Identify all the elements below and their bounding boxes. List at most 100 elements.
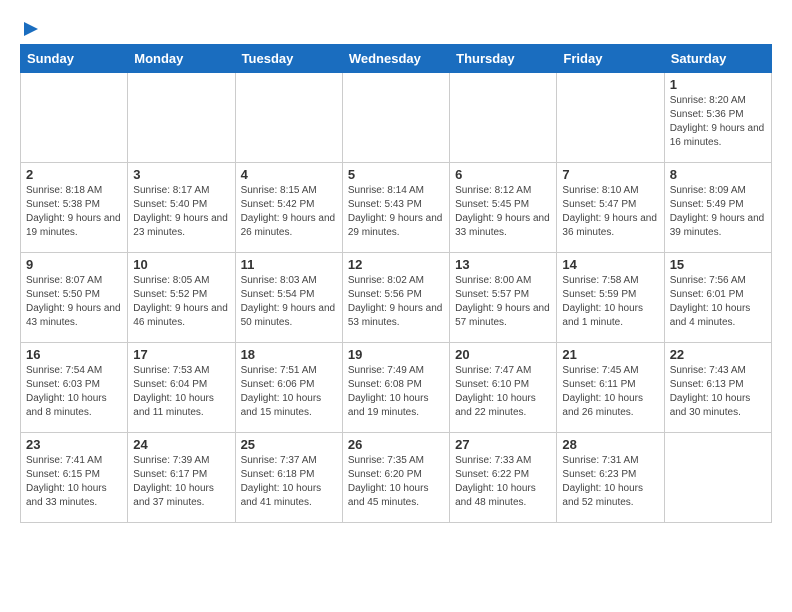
day-number: 21 (562, 347, 658, 362)
calendar-cell: 13 Sunrise: 8:00 AMSunset: 5:57 PMDayligh… (450, 253, 557, 343)
logo (20, 20, 40, 34)
calendar-cell: 7 Sunrise: 8:10 AMSunset: 5:47 PMDaylight… (557, 163, 664, 253)
calendar-cell: 5Sunrise: 8:14 AMSunset: 5:43 PMDaylight… (342, 163, 449, 253)
day-info: Sunrise: 7:58 AMSunset: 5:59 PMDaylight:… (562, 274, 658, 330)
calendar-cell: 2 Sunrise: 8:18 AMSunset: 5:38 PMDaylight… (21, 163, 128, 253)
day-info: Sunrise: 8:03 AMSunset: 5:54 PMDaylight:… (241, 274, 337, 330)
day-info: Sunrise: 7:39 AMSunset: 6:17 PMDaylight:… (133, 454, 229, 510)
calendar-cell (21, 73, 128, 163)
day-info: Sunrise: 8:10 AMSunset: 5:47 PMDaylight:… (562, 184, 658, 240)
calendar-cell (450, 73, 557, 163)
day-number: 27 (455, 437, 551, 452)
day-info: Sunrise: 7:43 AMSunset: 6:13 PMDaylight:… (670, 364, 766, 420)
calendar-cell: 17 Sunrise: 7:53 AMSunset: 6:04 PMDayligh… (128, 343, 235, 433)
day-number: 6 (455, 167, 551, 182)
calendar-cell (235, 73, 342, 163)
day-number: 11 (241, 257, 337, 272)
calendar-cell (128, 73, 235, 163)
calendar-table: SundayMondayTuesdayWednesdayThursdayFrid… (20, 44, 772, 523)
day-info: Sunrise: 8:17 AMSunset: 5:40 PMDaylight:… (133, 184, 229, 240)
day-number: 2 (26, 167, 122, 182)
calendar-cell: 4 Sunrise: 8:15 AMSunset: 5:42 PMDaylight… (235, 163, 342, 253)
logo-arrow-icon (22, 20, 40, 38)
calendar-cell (342, 73, 449, 163)
day-of-week-header: Monday (128, 45, 235, 73)
calendar-cell: 18 Sunrise: 7:51 AMSunset: 6:06 PMDayligh… (235, 343, 342, 433)
day-number: 10 (133, 257, 229, 272)
day-number: 15 (670, 257, 766, 272)
calendar-cell: 21 Sunrise: 7:45 AMSunset: 6:11 PMDayligh… (557, 343, 664, 433)
day-info: Sunrise: 8:05 AMSunset: 5:52 PMDaylight:… (133, 274, 229, 330)
day-number: 26 (348, 437, 444, 452)
day-number: 24 (133, 437, 229, 452)
day-of-week-header: Sunday (21, 45, 128, 73)
calendar-cell: 23 Sunrise: 7:41 AMSunset: 6:15 PMDayligh… (21, 433, 128, 523)
calendar-cell: 12 Sunrise: 8:02 AMSunset: 5:56 PMDayligh… (342, 253, 449, 343)
day-info: Sunrise: 8:18 AMSunset: 5:38 PMDaylight:… (26, 184, 122, 240)
day-info: Sunrise: 8:00 AMSunset: 5:57 PMDaylight:… (455, 274, 551, 330)
calendar-cell: 26 Sunrise: 7:35 AMSunset: 6:20 PMDayligh… (342, 433, 449, 523)
calendar-cell: 10 Sunrise: 8:05 AMSunset: 5:52 PMDayligh… (128, 253, 235, 343)
calendar-cell (664, 433, 771, 523)
day-number: 8 (670, 167, 766, 182)
day-info: Sunrise: 7:56 AMSunset: 6:01 PMDaylight:… (670, 274, 766, 330)
day-number: 19 (348, 347, 444, 362)
calendar-week-row: 16 Sunrise: 7:54 AMSunset: 6:03 PMDayligh… (21, 343, 772, 433)
calendar-cell: 1 Sunrise: 8:20 AMSunset: 5:36 PMDaylight… (664, 73, 771, 163)
day-number: 7 (562, 167, 658, 182)
calendar-week-row: 23 Sunrise: 7:41 AMSunset: 6:15 PMDayligh… (21, 433, 772, 523)
day-number: 17 (133, 347, 229, 362)
calendar-cell (557, 73, 664, 163)
day-number: 3 (133, 167, 229, 182)
calendar-week-row: 9 Sunrise: 8:07 AMSunset: 5:50 PMDaylight… (21, 253, 772, 343)
day-info: Sunrise: 7:49 AMSunset: 6:08 PMDaylight:… (348, 364, 444, 420)
day-number: 25 (241, 437, 337, 452)
day-info: Sunrise: 8:07 AMSunset: 5:50 PMDaylight:… (26, 274, 122, 330)
calendar-cell: 11 Sunrise: 8:03 AMSunset: 5:54 PMDayligh… (235, 253, 342, 343)
day-number: 22 (670, 347, 766, 362)
calendar-cell: 24 Sunrise: 7:39 AMSunset: 6:17 PMDayligh… (128, 433, 235, 523)
calendar-header-row: SundayMondayTuesdayWednesdayThursdayFrid… (21, 45, 772, 73)
day-info: Sunrise: 7:53 AMSunset: 6:04 PMDaylight:… (133, 364, 229, 420)
day-number: 12 (348, 257, 444, 272)
calendar-cell: 25 Sunrise: 7:37 AMSunset: 6:18 PMDayligh… (235, 433, 342, 523)
day-info: Sunrise: 8:02 AMSunset: 5:56 PMDaylight:… (348, 274, 444, 330)
day-number: 16 (26, 347, 122, 362)
day-of-week-header: Friday (557, 45, 664, 73)
day-info: Sunrise: 7:51 AMSunset: 6:06 PMDaylight:… (241, 364, 337, 420)
day-number: 1 (670, 77, 766, 92)
day-number: 13 (455, 257, 551, 272)
calendar-cell: 6 Sunrise: 8:12 AMSunset: 5:45 PMDaylight… (450, 163, 557, 253)
day-info: Sunrise: 8:09 AMSunset: 5:49 PMDaylight:… (670, 184, 766, 240)
calendar-cell: 28Sunrise: 7:31 AMSunset: 6:23 PMDayligh… (557, 433, 664, 523)
calendar-week-row: 2 Sunrise: 8:18 AMSunset: 5:38 PMDaylight… (21, 163, 772, 253)
day-info: Sunrise: 7:33 AMSunset: 6:22 PMDaylight:… (455, 454, 551, 510)
day-number: 23 (26, 437, 122, 452)
day-number: 9 (26, 257, 122, 272)
day-info: Sunrise: 8:12 AMSunset: 5:45 PMDaylight:… (455, 184, 551, 240)
day-number: 20 (455, 347, 551, 362)
day-info: Sunrise: 8:15 AMSunset: 5:42 PMDaylight:… (241, 184, 337, 240)
calendar-cell: 22 Sunrise: 7:43 AMSunset: 6:13 PMDayligh… (664, 343, 771, 433)
calendar-cell: 27 Sunrise: 7:33 AMSunset: 6:22 PMDayligh… (450, 433, 557, 523)
calendar-cell: 20 Sunrise: 7:47 AMSunset: 6:10 PMDayligh… (450, 343, 557, 433)
day-info: Sunrise: 7:41 AMSunset: 6:15 PMDaylight:… (26, 454, 122, 510)
day-info: Sunrise: 7:45 AMSunset: 6:11 PMDaylight:… (562, 364, 658, 420)
day-info: Sunrise: 7:37 AMSunset: 6:18 PMDaylight:… (241, 454, 337, 510)
day-of-week-header: Tuesday (235, 45, 342, 73)
day-info: Sunrise: 7:54 AMSunset: 6:03 PMDaylight:… (26, 364, 122, 420)
logo-text-block (20, 20, 40, 34)
day-info: Sunrise: 7:47 AMSunset: 6:10 PMDaylight:… (455, 364, 551, 420)
calendar-cell: 3 Sunrise: 8:17 AMSunset: 5:40 PMDaylight… (128, 163, 235, 253)
page-header (20, 20, 772, 34)
day-of-week-header: Wednesday (342, 45, 449, 73)
day-number: 14 (562, 257, 658, 272)
day-of-week-header: Thursday (450, 45, 557, 73)
day-number: 28 (562, 437, 658, 452)
day-number: 5 (348, 167, 444, 182)
day-info: Sunrise: 8:20 AMSunset: 5:36 PMDaylight:… (670, 94, 766, 150)
day-of-week-header: Saturday (664, 45, 771, 73)
day-number: 4 (241, 167, 337, 182)
day-info: Sunrise: 7:35 AMSunset: 6:20 PMDaylight:… (348, 454, 444, 510)
day-number: 18 (241, 347, 337, 362)
